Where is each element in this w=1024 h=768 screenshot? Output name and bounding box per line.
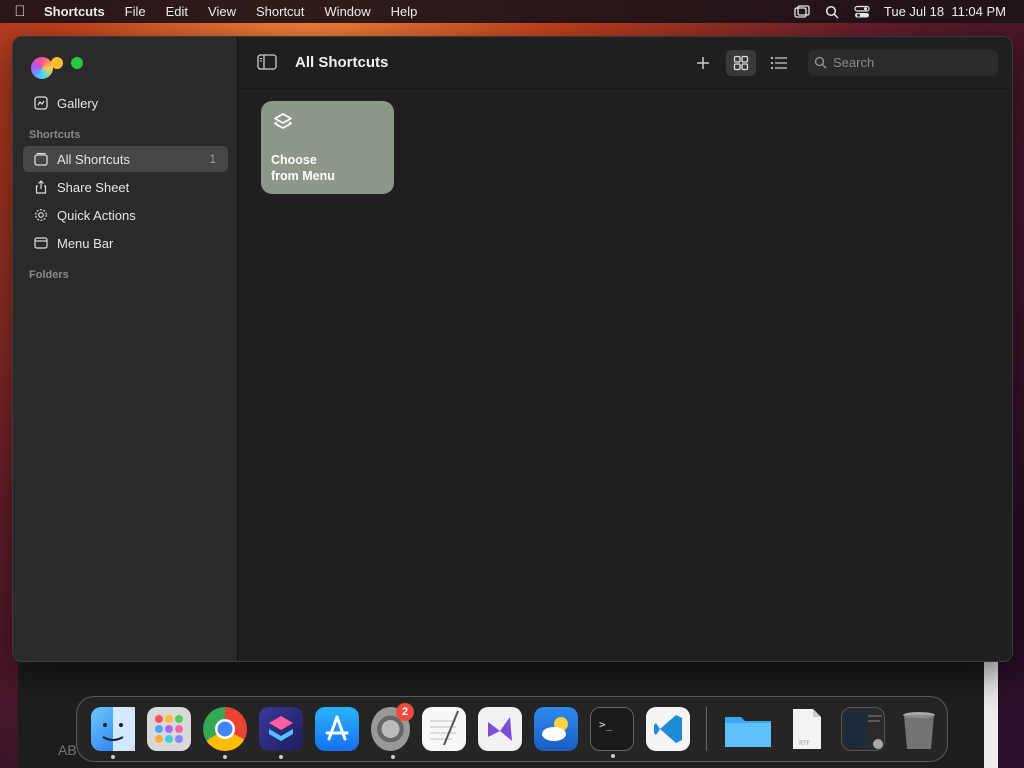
menu-view[interactable]: View bbox=[198, 4, 246, 19]
sidebar-item-label: All Shortcuts bbox=[57, 151, 130, 167]
sidebar-section-folders: Folders bbox=[29, 269, 69, 281]
menu-bar:  Shortcuts File Edit View Shortcut Wind… bbox=[0, 0, 1024, 23]
sidebar-item-label: Gallery bbox=[57, 95, 99, 111]
dock-separator bbox=[706, 707, 707, 751]
spotlight-search-icon[interactable] bbox=[824, 5, 840, 19]
dock-trash-icon[interactable] bbox=[897, 707, 941, 751]
dock-chrome-icon[interactable] bbox=[203, 707, 247, 759]
sidebar-item-gallery[interactable]: Gallery bbox=[23, 90, 228, 116]
all-shortcuts-icon bbox=[33, 151, 49, 167]
sidebar-item-quick-actions[interactable]: Quick Actions bbox=[23, 202, 228, 228]
sidebar-section-shortcuts: Shortcuts bbox=[29, 129, 81, 141]
background-window-edge bbox=[984, 662, 998, 768]
dock-finder-icon[interactable] bbox=[91, 707, 135, 759]
dock-screenshot-thumbnail-icon[interactable] bbox=[841, 707, 885, 751]
menu-file[interactable]: File bbox=[115, 4, 156, 19]
dock-launchpad-icon[interactable] bbox=[147, 707, 191, 751]
screen-mirroring-icon[interactable] bbox=[794, 4, 810, 19]
dock-terminal-icon[interactable]: >_ bbox=[590, 707, 635, 758]
share-icon bbox=[33, 179, 49, 195]
control-center-icon[interactable] bbox=[854, 5, 870, 19]
sidebar-item-label: Menu Bar bbox=[57, 235, 114, 251]
sidebar-item-all-shortcuts[interactable]: All Shortcuts 1 bbox=[23, 146, 228, 172]
list-icon bbox=[770, 56, 787, 69]
sidebar-item-share-sheet[interactable]: Share Sheet bbox=[23, 174, 228, 200]
list-view-button[interactable] bbox=[764, 50, 794, 76]
sidebar: Gallery Shortcuts All Shortcuts 1 Share … bbox=[13, 37, 238, 661]
dock: 2 >_ RTF bbox=[76, 696, 948, 762]
sidebar-item-label: Share Sheet bbox=[57, 179, 130, 195]
menu-window[interactable]: Window bbox=[314, 4, 380, 19]
notification-badge: 2 bbox=[396, 703, 415, 721]
sidebar-item-label: Quick Actions bbox=[57, 207, 136, 223]
dock-visual-studio-icon[interactable] bbox=[478, 707, 523, 751]
background-window-text: AB bbox=[58, 742, 77, 758]
dock-textedit-icon[interactable] bbox=[422, 707, 467, 751]
apple-menu-icon[interactable]:  bbox=[0, 3, 40, 20]
sidebar-toggle-icon[interactable] bbox=[257, 53, 279, 72]
dock-downloads-folder-icon[interactable] bbox=[723, 707, 773, 751]
grid-view-button[interactable] bbox=[726, 49, 756, 76]
running-indicator bbox=[391, 755, 395, 759]
svg-text:>_: >_ bbox=[599, 718, 613, 731]
running-indicator bbox=[111, 755, 115, 759]
toolbar: All Shortcuts bbox=[239, 37, 1012, 89]
dock-weather-icon[interactable] bbox=[534, 707, 579, 751]
menu-help[interactable]: Help bbox=[381, 4, 428, 19]
menu-bar-clock[interactable]: Tue Jul 18 11:04 PM bbox=[884, 4, 1006, 19]
shortcuts-stack-icon bbox=[274, 113, 292, 129]
dock-rtf-document-icon[interactable]: RTF bbox=[785, 707, 829, 751]
shortcut-card-label-line2: from Menu bbox=[271, 169, 335, 183]
dock-system-settings-icon[interactable]: 2 bbox=[371, 703, 415, 759]
sidebar-item-count: 1 bbox=[209, 152, 216, 166]
dock-shortcuts-icon[interactable] bbox=[259, 707, 303, 759]
search-icon bbox=[814, 56, 827, 69]
search-input[interactable] bbox=[833, 55, 983, 70]
shortcuts-window: Gallery Shortcuts All Shortcuts 1 Share … bbox=[12, 36, 1013, 662]
running-indicator bbox=[279, 755, 283, 759]
shortcut-card-choose-from-menu[interactable]: Choose from Menu bbox=[261, 101, 394, 194]
gallery-icon bbox=[33, 95, 49, 111]
plus-icon bbox=[697, 56, 709, 69]
svg-text:RTF: RTF bbox=[799, 740, 810, 747]
grid-icon bbox=[733, 55, 749, 70]
menu-bar-icon bbox=[33, 235, 49, 251]
minimize-button[interactable] bbox=[51, 57, 63, 69]
menu-app-name[interactable]: Shortcuts bbox=[40, 4, 115, 19]
running-indicator bbox=[223, 755, 227, 759]
page-title: All Shortcuts bbox=[295, 54, 389, 71]
sidebar-item-menu-bar[interactable]: Menu Bar bbox=[23, 230, 228, 256]
dock-app-store-icon[interactable] bbox=[315, 707, 359, 751]
dock-vscode-icon[interactable] bbox=[646, 707, 691, 751]
shortcut-card-label: Choose from Menu bbox=[271, 152, 381, 184]
running-indicator bbox=[611, 754, 616, 758]
zoom-button[interactable] bbox=[71, 57, 83, 69]
menu-shortcut[interactable]: Shortcut bbox=[246, 4, 314, 19]
window-controls bbox=[51, 57, 83, 69]
menu-edit[interactable]: Edit bbox=[156, 4, 198, 19]
gear-icon bbox=[33, 207, 49, 223]
shortcut-card-label-line1: Choose bbox=[271, 153, 317, 167]
main-content: All Shortcuts Search Choose from Menu bbox=[239, 37, 1012, 661]
add-shortcut-button[interactable] bbox=[688, 50, 718, 76]
search-field[interactable] bbox=[808, 49, 998, 76]
